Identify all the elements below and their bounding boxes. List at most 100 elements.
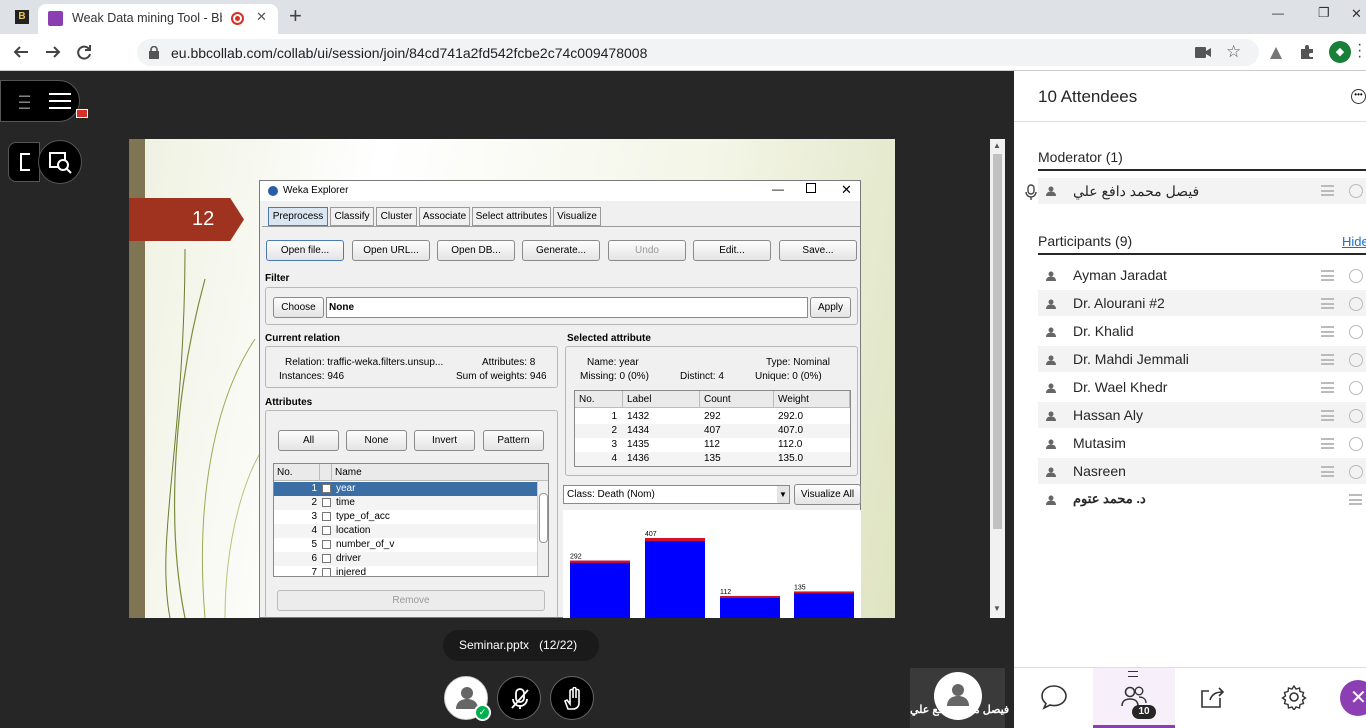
attendees-tab[interactable]: 10 [1093, 668, 1175, 728]
menu-kebab-icon[interactable]: · · · [1357, 37, 1362, 65]
panel-options-icon[interactable]: ••• [1351, 89, 1366, 104]
choose-button[interactable]: Choose [273, 297, 324, 318]
save-button[interactable]: Save... [779, 240, 857, 261]
scroll-up-icon[interactable]: ▲ [993, 141, 1001, 150]
participant-menu-icon[interactable] [1321, 354, 1334, 365]
attribute-checkbox[interactable] [322, 568, 331, 576]
undo-button[interactable]: Undo [608, 240, 686, 261]
restore-button[interactable]: ❐ [1318, 5, 1330, 21]
participant-menu-icon[interactable] [1321, 438, 1334, 449]
microphone-toggle[interactable] [497, 676, 541, 720]
share-content-icon[interactable] [1200, 685, 1227, 709]
participant-menu-icon[interactable] [1321, 382, 1334, 393]
attribute-checkbox[interactable] [322, 484, 331, 493]
attribute-row[interactable]: 2 time [274, 496, 537, 510]
tab-close-icon[interactable]: ✕ [256, 9, 267, 25]
content-list-button[interactable] [8, 142, 40, 182]
participant-menu-icon[interactable] [1349, 494, 1362, 505]
participant-more-icon[interactable] [1349, 297, 1363, 311]
attribute-row[interactable]: 7 injered [274, 566, 537, 576]
active-tab[interactable]: Weak Data mining Tool - Bb ✕ [38, 4, 278, 34]
profile-avatar[interactable]: ◆ [1329, 41, 1351, 63]
extension-icon[interactable] [1268, 45, 1284, 61]
pattern-button[interactable]: Pattern [483, 430, 544, 451]
attribute-checkbox[interactable] [322, 540, 331, 549]
microphone-icon [1025, 184, 1037, 200]
participant-menu-icon[interactable] [1321, 270, 1334, 281]
bookmark-star-icon[interactable]: ☆ [1226, 42, 1241, 62]
attribute-checkbox[interactable] [322, 526, 331, 535]
participant-menu-icon[interactable] [1321, 298, 1334, 309]
forward-icon[interactable] [44, 43, 62, 61]
histogram-bar-label: 112 [720, 589, 731, 596]
class-select[interactable]: Class: Death (Nom) ▼ [563, 485, 790, 504]
attribute-row[interactable]: 6 driver [274, 552, 537, 566]
hide-link[interactable]: Hide [1342, 234, 1366, 249]
tab-select-attributes[interactable]: Select attributes [472, 207, 551, 226]
participant-more-icon[interactable] [1349, 269, 1363, 283]
zoom-inspect-button[interactable] [38, 140, 82, 184]
generate-button[interactable]: Generate... [522, 240, 600, 261]
weka-maximize-button[interactable] [806, 183, 816, 193]
minimize-button[interactable]: — [1272, 6, 1284, 20]
weka-minimize-button[interactable]: — [772, 182, 784, 196]
reload-icon[interactable] [75, 43, 93, 61]
weka-close-button[interactable]: ✕ [841, 182, 852, 198]
select-all-button[interactable]: All [278, 430, 339, 451]
extensions-puzzle-icon[interactable] [1299, 44, 1315, 60]
edit-button[interactable]: Edit... [693, 240, 771, 261]
scroll-thumb[interactable] [993, 154, 1002, 529]
pinned-tab[interactable]: B [8, 6, 36, 28]
participant-menu-icon[interactable] [1321, 410, 1334, 421]
user-icon [1046, 299, 1056, 309]
select-none-button[interactable]: None [346, 430, 407, 451]
chat-icon[interactable] [1040, 684, 1068, 710]
participant-more-icon[interactable] [1349, 381, 1363, 395]
open-db-button[interactable]: Open DB... [437, 240, 515, 261]
sum-weights-text: Sum of weights: 946 [456, 371, 547, 382]
raise-hand-button[interactable] [550, 676, 594, 720]
tab-preprocess[interactable]: Preprocess [268, 207, 328, 226]
participant-more-icon[interactable] [1349, 409, 1363, 423]
participant-more-icon[interactable] [1349, 353, 1363, 367]
participant-menu-icon[interactable] [1321, 466, 1334, 477]
moderator-more-icon[interactable] [1349, 184, 1363, 198]
settings-gear-icon[interactable] [1281, 684, 1307, 710]
attribute-checkbox[interactable] [322, 498, 331, 507]
filter-value-field[interactable]: None [326, 297, 808, 318]
stage-scrollbar[interactable]: ▲ ▼ [990, 139, 1005, 618]
new-tab-button[interactable]: + [289, 3, 302, 29]
invert-button[interactable]: Invert [414, 430, 475, 451]
open-file-button[interactable]: Open file... [266, 240, 344, 261]
apply-button[interactable]: Apply [810, 297, 851, 318]
tab-cluster[interactable]: Cluster [376, 207, 417, 226]
presenter-tile: فيصل محمد دافع علي [910, 668, 1009, 728]
close-window-button[interactable]: ✕ [1351, 6, 1362, 22]
camera-icon[interactable] [1195, 47, 1211, 58]
moderator-menu-icon[interactable] [1321, 185, 1334, 196]
participant-more-icon[interactable] [1349, 325, 1363, 339]
attribute-checkbox[interactable] [322, 554, 331, 563]
attribute-row[interactable]: 5 number_of_v [274, 538, 537, 552]
open-url-button[interactable]: Open URL... [352, 240, 430, 261]
back-icon[interactable] [12, 43, 30, 61]
remove-button[interactable]: Remove [277, 590, 545, 611]
attribute-row[interactable]: 4 location [274, 524, 537, 538]
participant-menu-icon[interactable] [1321, 326, 1334, 337]
participant-more-icon[interactable] [1349, 465, 1363, 479]
my-status-button[interactable]: ✓ [444, 676, 491, 721]
participant-name: Dr. Alourani #2 [1073, 295, 1165, 311]
attribute-row[interactable]: 3 type_of_acc [274, 510, 537, 524]
tab-visualize[interactable]: Visualize [553, 207, 601, 226]
url-field[interactable]: eu.bbcollab.com/collab/ui/session/join/8… [137, 39, 1259, 66]
tab-associate[interactable]: Associate [419, 207, 470, 226]
visualize-all-button[interactable]: Visualize All [794, 484, 861, 505]
attributes-scrollbar[interactable] [537, 481, 548, 576]
label-table-cell: 1436 [623, 452, 700, 466]
session-menu-button[interactable]: — — — [0, 80, 88, 122]
tab-classify[interactable]: Classify [330, 207, 374, 226]
participant-more-icon[interactable] [1349, 437, 1363, 451]
scroll-down-icon[interactable]: ▼ [993, 604, 1001, 613]
attribute-checkbox[interactable] [322, 512, 331, 521]
attribute-row[interactable]: 1 year [274, 482, 537, 496]
